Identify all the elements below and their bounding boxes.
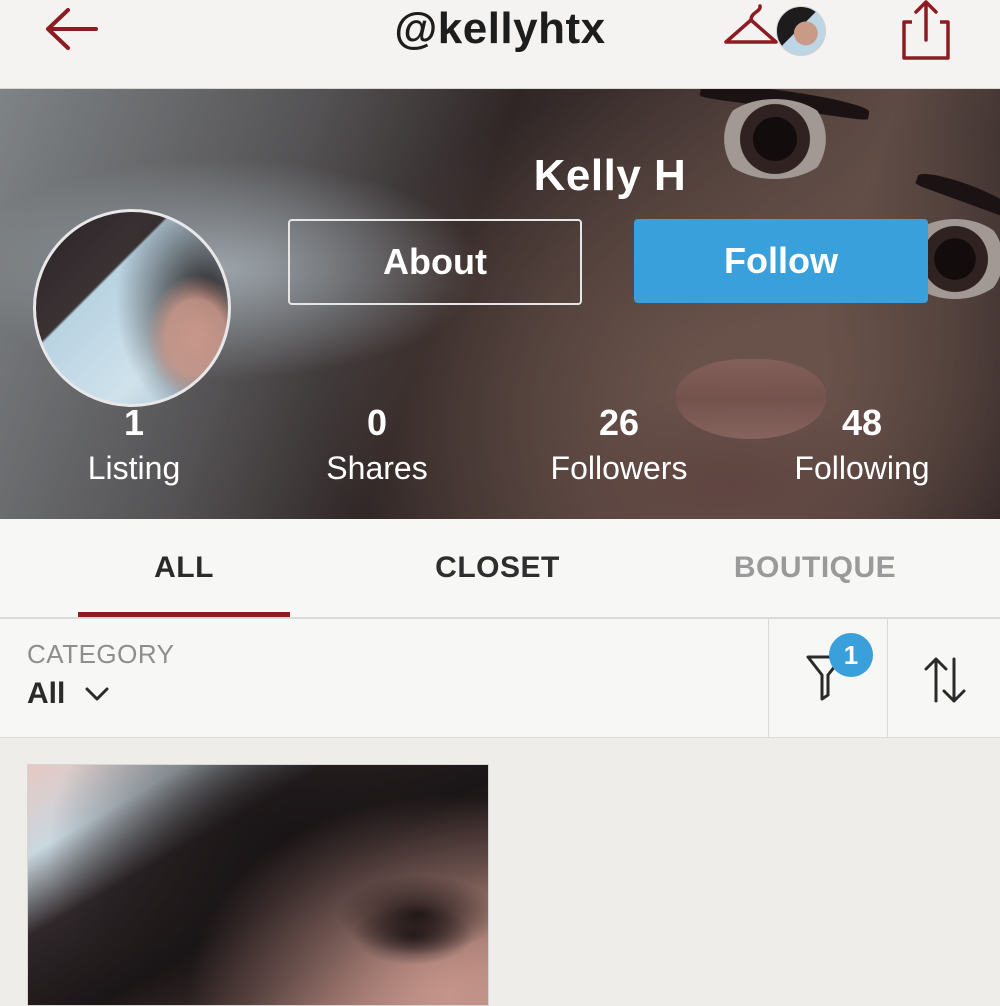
share-icon: [902, 0, 950, 60]
back-arrow-icon: [46, 8, 98, 50]
follow-button[interactable]: Follow: [634, 219, 928, 303]
chevron-down-icon: [85, 687, 109, 701]
stat-following[interactable]: 48 Following: [752, 401, 972, 491]
filter-button[interactable]: 1: [769, 619, 887, 737]
stat-label: Listing: [87, 450, 181, 486]
tab-boutique[interactable]: BOUTIQUE: [700, 519, 930, 617]
stat-label: Followers: [550, 450, 688, 486]
tab-closet[interactable]: CLOSET: [390, 519, 605, 617]
tab-all[interactable]: ALL: [78, 519, 290, 617]
about-button[interactable]: About: [288, 219, 582, 305]
stat-label: Following: [794, 450, 930, 486]
back-button[interactable]: [40, 2, 104, 56]
profile-cover: Kelly H About Follow 1 Listing 0 Shares …: [0, 89, 1000, 519]
category-dropdown[interactable]: All: [27, 677, 110, 717]
stat-value: 1: [123, 402, 145, 443]
profile-display-name: Kelly H: [533, 151, 687, 200]
stat-shares[interactable]: 0 Shares: [267, 401, 487, 491]
stat-listing[interactable]: 1 Listing: [24, 401, 244, 491]
mini-avatar: [776, 6, 826, 56]
closet-tabs: ALL CLOSET BOUTIQUE: [0, 519, 1000, 619]
filter-count-badge: 1: [829, 633, 873, 677]
sort-icon: [924, 657, 966, 703]
filter-bar: CATEGORY All 1: [0, 619, 1000, 738]
listings-grid: [0, 738, 1000, 1006]
category-value: All: [27, 677, 66, 710]
profile-avatar[interactable]: [33, 209, 231, 407]
category-label: CATEGORY: [27, 639, 175, 669]
profile-username: @kellyhtx: [394, 4, 606, 53]
hanger-icon: [724, 4, 778, 44]
stat-label: Shares: [326, 450, 428, 486]
listing-card[interactable]: [27, 764, 489, 1006]
top-navigation-bar: @kellyhtx: [0, 0, 1000, 89]
sort-button[interactable]: [888, 619, 1000, 737]
stat-value: 26: [598, 402, 640, 443]
share-button[interactable]: [898, 0, 954, 62]
closet-switch-button[interactable]: [722, 2, 826, 56]
stat-followers[interactable]: 26 Followers: [509, 401, 729, 491]
active-tab-indicator: [78, 612, 290, 617]
stat-value: 48: [841, 402, 883, 443]
stat-value: 0: [366, 402, 388, 443]
